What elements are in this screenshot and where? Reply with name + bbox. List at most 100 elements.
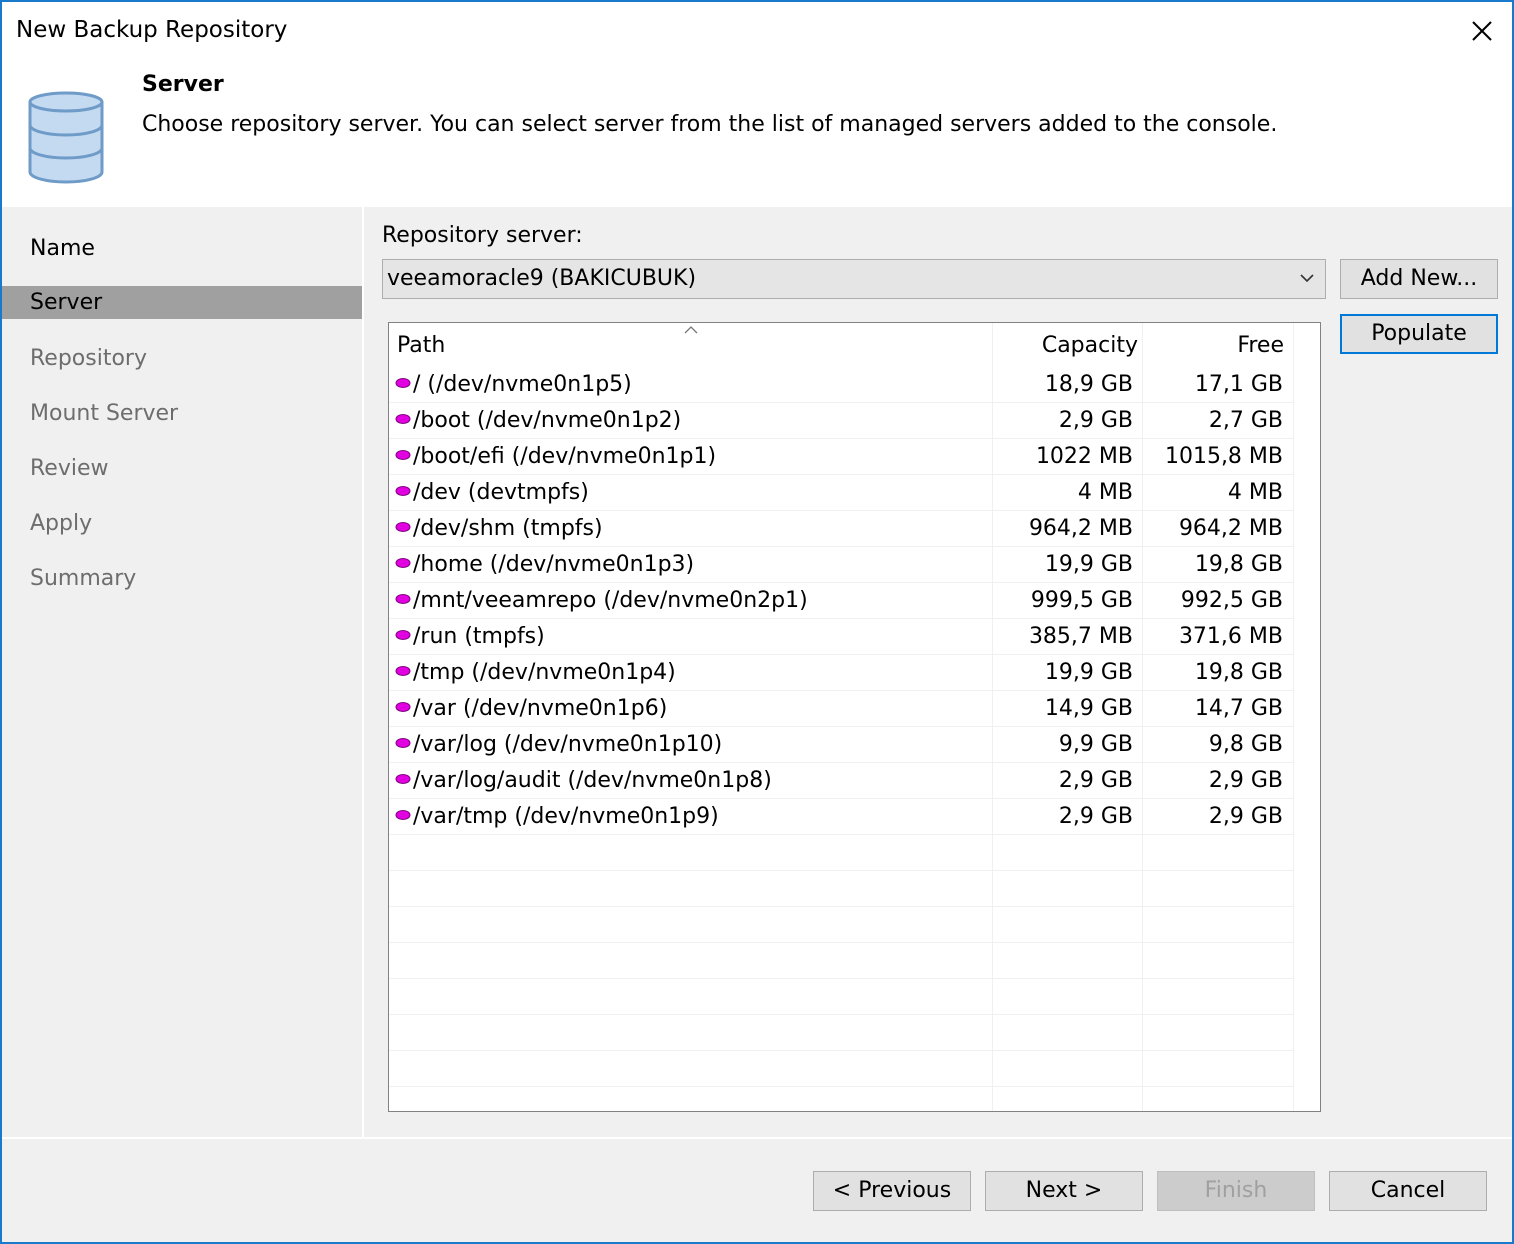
column-separator	[1293, 323, 1294, 1111]
step-repository: Repository	[30, 346, 147, 371]
disk-icon	[395, 630, 411, 640]
cell-free: 964,2 MB	[1178, 516, 1283, 541]
disk-icon	[395, 378, 411, 388]
disk-icon	[395, 702, 411, 712]
cell-free: 4 MB	[1227, 480, 1283, 505]
table-row[interactable]: /dev (devtmpfs) 4 MB 4 MB	[389, 475, 1293, 511]
cell-path: /home (/dev/nvme0n1p3)	[395, 552, 694, 577]
cell-capacity: 385,7 MB	[1028, 624, 1133, 649]
table-row[interactable]: /boot/efi (/dev/nvme0n1p1) 1022 MB 1015,8 …	[389, 439, 1293, 475]
cell-free: 19,8 GB	[1194, 552, 1283, 577]
disk-icon	[395, 810, 411, 820]
populate-button[interactable]: Populate	[1340, 314, 1498, 354]
cell-free: 2,7 GB	[1208, 408, 1283, 433]
column-header-free[interactable]: Free	[1237, 333, 1284, 358]
empty-row	[389, 1015, 1293, 1051]
cell-free: 371,6 MB	[1178, 624, 1283, 649]
cell-free: 2,9 GB	[1208, 768, 1283, 793]
repository-server-label: Repository server:	[382, 223, 583, 248]
cell-capacity: 1022 MB	[1035, 444, 1133, 469]
cell-capacity: 14,9 GB	[1044, 696, 1133, 721]
path-text: / (/dev/nvme0n1p5)	[413, 372, 632, 397]
sort-ascending-icon	[684, 326, 698, 334]
path-text: /boot/efi (/dev/nvme0n1p1)	[413, 444, 717, 469]
disk-icon	[395, 486, 411, 496]
add-new-button[interactable]: Add New...	[1340, 259, 1498, 299]
close-button[interactable]	[1452, 2, 1512, 60]
path-text: /dev (devtmpfs)	[413, 480, 589, 505]
table-row[interactable]: /var/log/audit (/dev/nvme0n1p8) 2,9 GB 2,9…	[389, 763, 1293, 799]
disk-icon	[395, 558, 411, 568]
disk-icon	[395, 414, 411, 424]
page-title: Server	[142, 72, 224, 97]
wizard-header: Server Choose repository server. You can…	[2, 62, 1512, 207]
path-text: /tmp (/dev/nvme0n1p4)	[413, 660, 676, 685]
repository-server-value: veeamoracle9 (BAKICUBUK)	[387, 266, 697, 291]
cell-path: /boot/efi (/dev/nvme0n1p1)	[395, 444, 716, 469]
cell-path: /tmp (/dev/nvme0n1p4)	[395, 660, 676, 685]
list-header: Path Capacity Free	[389, 323, 1320, 367]
volumes-list[interactable]: Path Capacity Free / (/dev/nvme0n1p5) 18,…	[388, 322, 1321, 1112]
cell-free: 19,8 GB	[1194, 660, 1283, 685]
path-text: /var/log/audit (/dev/nvme0n1p8)	[413, 768, 772, 793]
empty-row	[389, 943, 1293, 979]
path-text: /boot (/dev/nvme0n1p2)	[413, 408, 682, 433]
table-row[interactable]: /tmp (/dev/nvme0n1p4) 19,9 GB 19,8 GB	[389, 655, 1293, 691]
empty-row	[389, 907, 1293, 943]
cell-capacity: 18,9 GB	[1044, 372, 1133, 397]
table-row[interactable]: /boot (/dev/nvme0n1p2) 2,9 GB 2,7 GB	[389, 403, 1293, 439]
step-name[interactable]: Name	[2, 232, 362, 265]
empty-row	[389, 979, 1293, 1015]
cell-capacity: 2,9 GB	[1058, 408, 1133, 433]
table-row[interactable]: / (/dev/nvme0n1p5) 18,9 GB 17,1 GB	[389, 367, 1293, 403]
step-apply: Apply	[30, 511, 93, 536]
dialog-window: New Backup Repository Server Choose repo…	[0, 0, 1514, 1244]
cell-path: /var/log (/dev/nvme0n1p10)	[395, 732, 722, 757]
wizard-steps: Name Server Repository Mount Server Revi…	[2, 207, 362, 1137]
empty-row	[389, 835, 1293, 871]
repository-server-select[interactable]: veeamoracle9 (BAKICUBUK)	[382, 259, 1326, 299]
disk-icon	[395, 774, 411, 784]
previous-button[interactable]: < Previous	[813, 1171, 971, 1211]
wizard-content: Repository server: veeamoracle9 (BAKICUB…	[364, 207, 1512, 1137]
step-server[interactable]: Server	[2, 286, 362, 319]
step-mount-server: Mount Server	[30, 401, 179, 426]
empty-row	[389, 871, 1293, 907]
cell-free: 9,8 GB	[1208, 732, 1283, 757]
cell-path: /var (/dev/nvme0n1p6)	[395, 696, 667, 721]
cell-free: 17,1 GB	[1194, 372, 1283, 397]
cell-free: 1015,8 MB	[1164, 444, 1283, 469]
step-summary: Summary	[30, 566, 137, 591]
path-text: /run (tmpfs)	[413, 624, 545, 649]
table-row[interactable]: /var (/dev/nvme0n1p6) 14,9 GB 14,7 GB	[389, 691, 1293, 727]
cell-path: /var/tmp (/dev/nvme0n1p9)	[395, 804, 719, 829]
table-row[interactable]: /var/tmp (/dev/nvme0n1p9) 2,9 GB 2,9 GB	[389, 799, 1293, 835]
page-description: Choose repository server. You can select…	[142, 112, 1278, 137]
cancel-button[interactable]: Cancel	[1329, 1171, 1487, 1211]
chevron-down-icon	[1300, 274, 1314, 283]
path-text: /var/log (/dev/nvme0n1p10)	[413, 732, 723, 757]
cell-free: 992,5 GB	[1180, 588, 1283, 613]
column-header-path[interactable]: Path	[397, 333, 445, 358]
table-row[interactable]: /run (tmpfs) 385,7 MB 371,6 MB	[389, 619, 1293, 655]
wizard-footer: < Previous Next > Finish Cancel	[2, 1139, 1512, 1242]
disk-icon	[395, 450, 411, 460]
path-text: /var/tmp (/dev/nvme0n1p9)	[413, 804, 719, 829]
column-header-capacity[interactable]: Capacity	[1042, 333, 1138, 358]
cell-path: / (/dev/nvme0n1p5)	[395, 372, 632, 397]
table-row[interactable]: /var/log (/dev/nvme0n1p10) 9,9 GB 9,8 GB	[389, 727, 1293, 763]
cell-capacity: 4 MB	[1077, 480, 1133, 505]
cell-capacity: 19,9 GB	[1044, 552, 1133, 577]
window-title: New Backup Repository	[16, 17, 288, 43]
path-text: /home (/dev/nvme0n1p3)	[413, 552, 695, 577]
table-row[interactable]: /dev/shm (tmpfs) 964,2 MB 964,2 MB	[389, 511, 1293, 547]
table-row[interactable]: /home (/dev/nvme0n1p3) 19,9 GB 19,8 GB	[389, 547, 1293, 583]
table-row[interactable]: /mnt/veeamrepo (/dev/nvme0n2p1) 999,5 GB 9…	[389, 583, 1293, 619]
empty-row	[389, 1051, 1293, 1087]
finish-button: Finish	[1157, 1171, 1315, 1211]
next-button[interactable]: Next >	[985, 1171, 1143, 1211]
cell-path: /boot (/dev/nvme0n1p2)	[395, 408, 681, 433]
cell-path: /dev/shm (tmpfs)	[395, 516, 603, 541]
title-bar: New Backup Repository	[2, 2, 1512, 62]
empty-row	[389, 1087, 1293, 1111]
